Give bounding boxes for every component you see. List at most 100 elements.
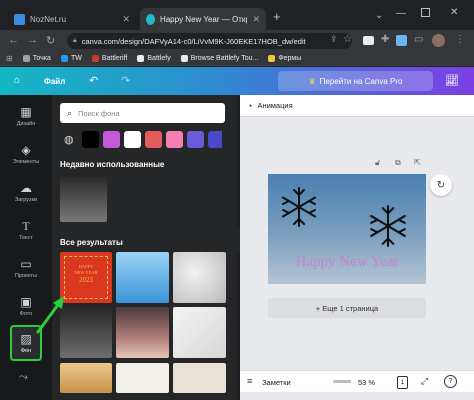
bookmark-favicon-icon — [180, 55, 188, 62]
analytics-icon[interactable]: 📈︎ — [445, 74, 459, 87]
apps-grid-icon[interactable]: ⊞ — [6, 54, 13, 63]
tab-search-chevron-icon[interactable]: ⌄ — [375, 10, 383, 21]
noznet-favicon-icon — [14, 13, 25, 25]
background-thumbnail-blue-gradient[interactable] — [116, 252, 169, 303]
home-icon[interactable]: ⌂ — [14, 75, 20, 86]
bookmark-item[interactable]: Browse Battlefy Tou... — [180, 55, 258, 62]
background-thumbnail-floral[interactable] — [116, 363, 169, 393]
page-count-button[interactable]: 1 — [397, 376, 408, 389]
bookmark-item[interactable]: Battlefy — [137, 55, 171, 62]
layout-icon: ▦ — [20, 104, 32, 119]
design-page-canvas[interactable]: Happy New Year — [268, 174, 426, 284]
maximize-window-icon[interactable] — [421, 8, 430, 17]
editor-bottom-bar: ≡ Заметки 53 % 1 ⤢ ? — [240, 370, 474, 392]
search-icon: ⌕ — [67, 107, 73, 118]
file-menu-button[interactable]: Файл — [44, 77, 65, 86]
editor-context-toolbar: ◔ Анимация — [240, 95, 474, 117]
bookmarks-bar: ⊞ Точка TW Battleriff Battlefy Browse Ba… — [0, 52, 474, 66]
new-tab-button[interactable]: + — [273, 9, 281, 24]
bookmark-favicon-icon — [268, 55, 276, 62]
bookmark-favicon-icon — [91, 55, 99, 62]
bookmark-item[interactable]: Точка — [22, 55, 51, 62]
color-swatch[interactable] — [187, 131, 204, 148]
more-apps-icon[interactable]: ⤳ — [19, 371, 28, 384]
help-icon[interactable]: ? — [444, 375, 457, 388]
background-thumbnail-white-paper[interactable] — [173, 307, 226, 358]
add-page-icon[interactable]: ⇱ — [414, 158, 421, 167]
pointer-arrow-icon — [36, 296, 64, 334]
lock-page-icon[interactable]: 🔓︎ — [375, 158, 380, 168]
color-swatch[interactable] — [103, 131, 120, 148]
canva-pro-button[interactable]: ♛ Перейти на Canva Pro — [278, 71, 433, 91]
notes-icon: ≡ — [247, 376, 253, 386]
color-swatch[interactable] — [124, 131, 141, 148]
lock-icon: 🔒︎ — [73, 37, 77, 44]
crown-icon: ♛ — [308, 76, 316, 86]
forward-arrow-icon[interactable]: → — [27, 34, 38, 46]
sidebar-item-design[interactable]: ▦ Дизайн — [0, 97, 52, 135]
background-search-input[interactable]: ⌕ Поиск фона — [60, 103, 225, 123]
zoom-slider-track[interactable] — [333, 380, 351, 383]
snowflake-icon — [282, 187, 316, 227]
reading-list-icon[interactable]: ▭ — [414, 34, 423, 45]
puzzle-extensions-icon[interactable]: ✚ — [381, 34, 389, 45]
background-thumbnail-beige[interactable] — [173, 363, 226, 393]
refresh-assistant-icon[interactable]: ↻ — [430, 174, 452, 196]
add-page-button[interactable]: + Еще 1 страница — [268, 298, 426, 318]
share-page-icon[interactable]: ⇪ — [330, 34, 338, 45]
background-thumbnail-snow-texture[interactable] — [173, 252, 226, 303]
minimize-window-icon[interactable]: — — [396, 8, 406, 19]
card-greeting-text: Happy New Year — [295, 254, 399, 270]
photo-icon: ▣ — [20, 294, 32, 309]
bookmark-favicon-icon — [137, 55, 145, 62]
sidebar-item-elements[interactable]: ◈ Элементы — [0, 135, 52, 173]
folder-icon: ▭ — [20, 256, 32, 271]
url-text: canva.com/design/DAFVyA14-c0/LiVvM9K-J60… — [81, 36, 306, 46]
canva-favicon-icon — [146, 13, 155, 25]
canva-left-rail: ▦ Дизайн ◈ Элементы ☁ Загрузки T Текст ▭… — [0, 95, 52, 400]
browser-toolbar: ← → ↻ 🔒︎ canva.com/design/DAFVyA14-c0/Li… — [0, 30, 474, 52]
sidebar-item-projects[interactable]: ▭ Проекты — [0, 249, 52, 287]
redo-icon[interactable]: ↷ — [121, 74, 130, 87]
close-tab-icon[interactable]: ✕ — [122, 14, 130, 25]
animation-button[interactable]: Анимация — [257, 101, 292, 110]
color-swatch[interactable] — [82, 131, 99, 148]
sidebar-item-uploads[interactable]: ☁ Загрузки — [0, 173, 52, 211]
bookmark-item[interactable]: Фермы — [268, 55, 301, 62]
close-tab-icon[interactable]: ✕ — [252, 14, 260, 25]
profile-avatar[interactable] — [432, 34, 445, 47]
bookmark-favicon-icon — [60, 55, 68, 62]
duplicate-page-icon[interactable]: ⧉ — [395, 158, 401, 168]
browser-tab-canva[interactable]: Happy New Year — Открытка ✕ — [140, 8, 266, 30]
color-swatch[interactable] — [166, 131, 183, 148]
upload-cloud-icon: ☁ — [20, 180, 32, 195]
fullscreen-icon[interactable]: ⤢ — [421, 376, 428, 387]
zoom-level[interactable]: 53 % — [358, 378, 375, 387]
color-swatch[interactable] — [145, 131, 162, 148]
reload-icon[interactable]: ↻ — [46, 34, 55, 47]
bookmark-item[interactable]: Battleriff — [91, 55, 127, 62]
browser-menu-icon[interactable]: ⋮ — [455, 34, 465, 45]
sidebar-item-text[interactable]: T Текст — [0, 211, 52, 249]
extension-icon[interactable] — [363, 36, 374, 45]
text-icon: T — [22, 218, 30, 233]
recent-background-thumbnail[interactable] — [60, 177, 107, 222]
animation-icon: ◔ — [247, 100, 253, 111]
background-thumbnail-rose-blur[interactable] — [116, 307, 169, 358]
palette-icon[interactable]: ◍ — [64, 133, 74, 146]
bookmark-star-icon[interactable]: ☆ — [343, 34, 352, 45]
tab-title: Happy New Year — Открытка — [159, 14, 248, 24]
close-window-icon[interactable]: ✕ — [450, 7, 458, 18]
background-thumbnail-gold[interactable] — [60, 363, 112, 393]
results-section-title: Все результаты — [60, 238, 123, 247]
notes-button[interactable]: Заметки — [262, 378, 291, 387]
browser-tab-noznet[interactable]: NozNet.ru ✕ — [8, 8, 136, 30]
undo-icon[interactable]: ↶ — [89, 74, 98, 87]
back-arrow-icon[interactable]: ← — [8, 34, 19, 46]
bookmark-item[interactable]: TW — [60, 55, 82, 62]
color-swatch[interactable] — [208, 131, 222, 148]
address-bar[interactable]: 🔒︎ canva.com/design/DAFVyA14-c0/LiVvM9K-… — [67, 33, 352, 49]
shapes-icon: ◈ — [21, 142, 31, 157]
extension-blue-icon[interactable] — [396, 35, 407, 46]
snowflake-icon — [370, 205, 406, 247]
